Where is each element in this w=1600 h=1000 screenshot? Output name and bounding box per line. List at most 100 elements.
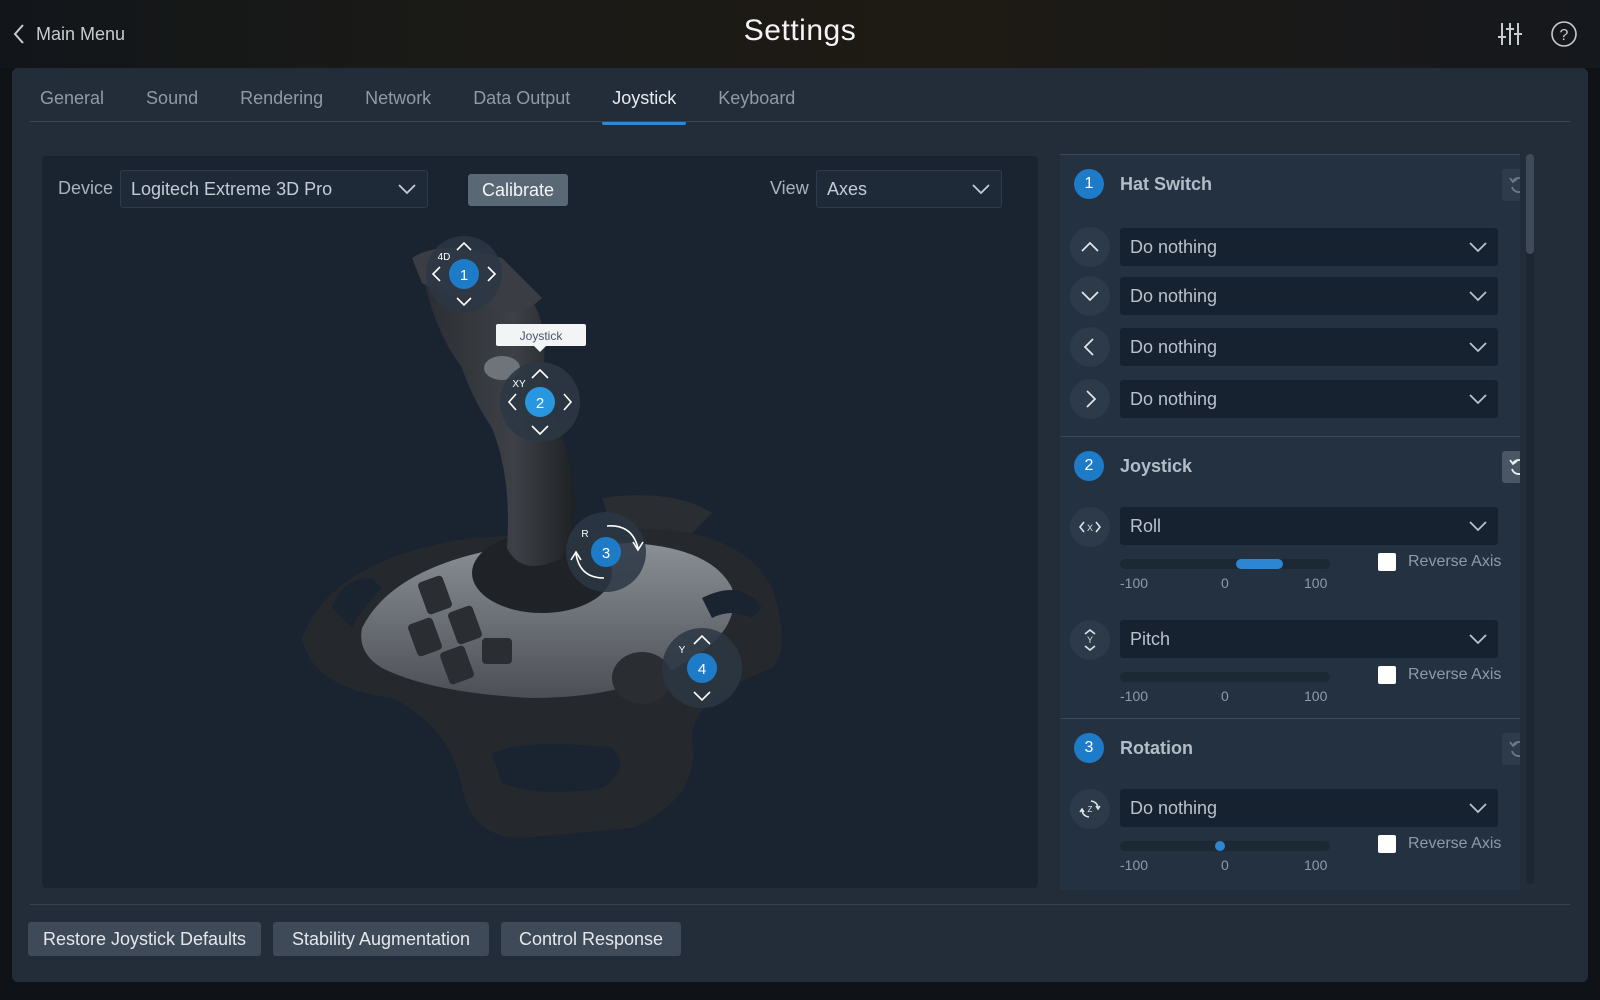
hat-down-button[interactable] [1070, 276, 1110, 316]
footer-divider [30, 904, 1570, 905]
chevron-up-icon [1081, 241, 1099, 252]
hotspot-stick-number: 2 [536, 395, 544, 412]
tab-rendering[interactable]: Rendering [230, 70, 333, 123]
rotation-z-value: Do nothing [1130, 797, 1218, 818]
hat-down-select[interactable]: Do nothing [1120, 277, 1498, 315]
section-title: Hat Switch [1120, 173, 1213, 194]
sliders-icon[interactable] [1496, 20, 1524, 48]
scale-min: -100 [1120, 688, 1149, 704]
axis-x-meter [1120, 559, 1330, 569]
axis-x-scale: -100 0 100 [1120, 575, 1330, 593]
reverse-y-label: Reverse Axis [1408, 666, 1502, 683]
tab-bar: General Sound Rendering Network Data Out… [30, 68, 805, 125]
chevron-down-icon [1469, 394, 1487, 405]
section-title: Joystick [1120, 455, 1193, 476]
hotspot-overlay: 1 4D Joystick 2 XY 3 R 4 Y [426, 236, 742, 708]
reset-icon [1509, 177, 1520, 193]
hotspot-hat[interactable]: 1 4D [426, 236, 502, 312]
reverse-y-checkbox[interactable] [1378, 666, 1396, 684]
hotspot-hat-number: 1 [460, 267, 468, 284]
section-number: 1 [1074, 169, 1104, 199]
chevron-left-icon [1083, 338, 1094, 356]
reset-icon [1509, 741, 1520, 757]
joystick-y-value: Pitch [1130, 628, 1171, 649]
chevron-down-icon [1469, 521, 1487, 532]
axis-z-meter-fill [1214, 841, 1225, 851]
hotspot-twist[interactable]: 3 R [566, 512, 646, 592]
hat-up-value: Do nothing [1130, 236, 1218, 257]
section-header: 3 Rotation [1074, 733, 1193, 763]
hotspot-stick[interactable]: 2 XY [500, 362, 580, 442]
tab-network[interactable]: Network [355, 70, 441, 123]
axis-y-letter: Y [1087, 635, 1093, 645]
control-response-button[interactable]: Control Response [501, 922, 681, 956]
tab-sound[interactable]: Sound [136, 70, 208, 123]
hotspot-hat-tag: 4D [438, 252, 451, 263]
hat-right-button[interactable] [1070, 379, 1110, 419]
section-number: 3 [1074, 733, 1104, 763]
reverse-x-checkbox[interactable] [1378, 553, 1396, 571]
axis-x-meter-fill [1235, 559, 1283, 569]
hotspot-throttle-number: 4 [698, 661, 706, 678]
joystick-tooltip: Joystick [496, 324, 586, 352]
scrollbar-thumb[interactable] [1526, 154, 1534, 254]
tab-joystick[interactable]: Joystick [602, 70, 687, 125]
reset-joystick-button[interactable] [1502, 451, 1520, 483]
reset-icon [1509, 459, 1520, 475]
right-scrollbar[interactable] [1526, 154, 1534, 884]
reset-rotation-button[interactable] [1502, 733, 1520, 765]
scale-max: 100 [1304, 688, 1328, 704]
mapping-column: 1 Hat Switch Do nothing Do nothing Do no… [1060, 154, 1520, 890]
hotspot-stick-tag: XY [512, 379, 526, 390]
reverse-z-label: Reverse Axis [1408, 835, 1502, 852]
scale-mid: 0 [1221, 688, 1229, 704]
svg-text:?: ? [1560, 27, 1569, 44]
reset-hat-button[interactable] [1502, 169, 1520, 201]
section-rotation: 3 Rotation Z Do nothing -100 0 100 Rever… [1060, 718, 1520, 890]
section-number: 2 [1074, 451, 1104, 481]
tab-keyboard[interactable]: Keyboard [708, 70, 805, 123]
hat-left-button[interactable] [1070, 327, 1110, 367]
section-header: 2 Joystick [1074, 451, 1192, 481]
axis-x-letter: X [1087, 523, 1093, 533]
help-icon[interactable]: ? [1550, 20, 1578, 48]
restore-defaults-button[interactable]: Restore Joystick Defaults [28, 922, 261, 956]
chevron-right-icon [1086, 390, 1097, 408]
hotspot-throttle[interactable]: 4 Y [662, 628, 742, 708]
axis-z-meter [1120, 841, 1330, 851]
hat-left-select[interactable]: Do nothing [1120, 328, 1498, 366]
reverse-z-checkbox[interactable] [1378, 835, 1396, 853]
axis-x-icon-button: X [1070, 507, 1110, 547]
section-hat-switch: 1 Hat Switch Do nothing Do nothing Do no… [1060, 154, 1520, 436]
scale-min: -100 [1120, 857, 1149, 873]
axis-z-scale: -100 0 100 [1120, 857, 1330, 875]
hat-down-value: Do nothing [1130, 285, 1218, 306]
scale-max: 100 [1304, 857, 1328, 873]
hat-up-select[interactable]: Do nothing [1120, 228, 1498, 266]
joystick-x-select[interactable]: Roll [1120, 507, 1498, 545]
hat-right-select[interactable]: Do nothing [1120, 380, 1498, 418]
hat-left-value: Do nothing [1130, 336, 1218, 357]
axis-y-meter [1120, 672, 1330, 682]
top-bar: Main Menu Settings ? [0, 0, 1600, 68]
chevron-down-icon [1469, 342, 1487, 353]
tab-divider [30, 121, 1570, 122]
section-header: 1 Hat Switch [1074, 169, 1212, 199]
rotation-z-select[interactable]: Do nothing [1120, 789, 1498, 827]
chevron-down-icon [1469, 291, 1487, 302]
reverse-x-label: Reverse Axis [1408, 553, 1502, 570]
hat-right-value: Do nothing [1130, 388, 1218, 409]
stability-augmentation-button[interactable]: Stability Augmentation [273, 922, 489, 956]
hat-up-button[interactable] [1070, 227, 1110, 267]
rotate-axis-icon: Z [1079, 800, 1101, 818]
hotspot-throttle-tag: Y [679, 645, 686, 656]
axis-y-scale: -100 0 100 [1120, 688, 1330, 706]
axis-y-icon-button: Y [1070, 620, 1110, 660]
joystick-y-select[interactable]: Pitch [1120, 620, 1498, 658]
chevron-down-icon [1469, 242, 1487, 253]
chevron-down-icon [1081, 291, 1099, 302]
scale-mid: 0 [1221, 575, 1229, 591]
tab-general[interactable]: General [30, 70, 114, 123]
chevron-down-icon [1469, 634, 1487, 645]
tab-data-output[interactable]: Data Output [463, 70, 580, 123]
